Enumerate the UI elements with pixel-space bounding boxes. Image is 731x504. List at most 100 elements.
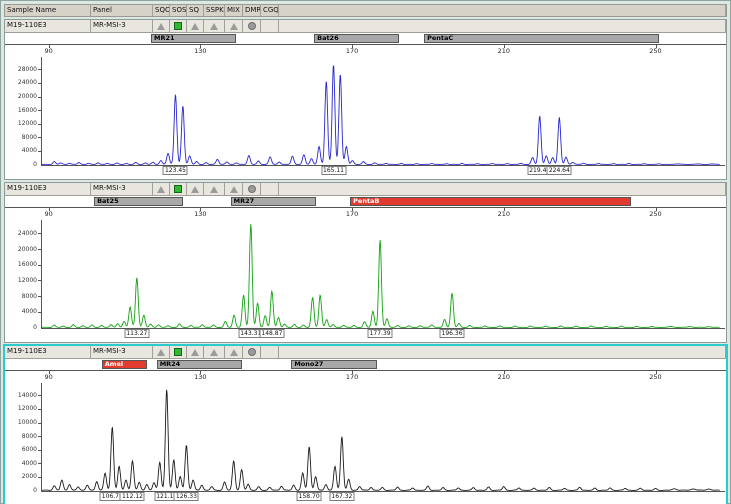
peak-size-label[interactable]: 123.45 [163,166,188,175]
y-tick-label: 24000 [5,79,37,86]
marker-label: Mono27 [292,361,375,368]
gray-triangle-flag-icon[interactable] [230,186,238,193]
y-tick-label: 20000 [5,93,37,100]
fragment-analysis-view: Sample NamePanelSQOSOSSQSSPKMIXDMRCGQ M1… [0,0,731,504]
gray-triangle-flag-icon[interactable] [210,349,218,356]
gray-triangle-flag-icon[interactable] [210,23,218,30]
green-square-flag-icon[interactable] [174,185,182,193]
y-tick-label: 4000 [5,147,37,154]
marker-bar-row: MR21 Bat26 PentaC [5,33,726,44]
peak-size-label[interactable]: 224.64 [547,166,572,175]
sample-block-3[interactable]: M19-110E3MR-MSI-3 Amel MR24 Mono27 90130170… [4,345,727,504]
peak-size-label[interactable]: 167.32 [329,492,354,501]
column-header-sq: SQ [187,5,204,16]
marker-bat26[interactable]: Bat26 [314,34,399,43]
gray-triangle-flag-icon[interactable] [191,23,199,30]
sample-block-1[interactable]: M19-110E3MR-MSI-3 MR21Bat26PentaC9013017… [4,19,727,180]
flag-cell-mix [225,183,243,195]
sample-name-cell[interactable]: M19-110E3 [5,183,91,195]
marker-pentab[interactable]: PentaB [350,197,631,206]
peak-size-label[interactable]: 165.11 [321,166,346,175]
y-tick-label: 28000 [5,66,37,73]
gray-circle-flag-icon[interactable] [248,185,256,193]
sample-name-cell[interactable]: M19-110E3 [5,346,91,358]
flag-cell-sspk [204,346,225,358]
row-filler [279,346,726,358]
row-filler [279,20,726,32]
peak-labels-row: 106.79112.12121.14126.33158.70167.32 [5,492,726,504]
marker-mono27[interactable]: Mono27 [291,360,376,369]
peak-size-label[interactable]: 177.39 [368,329,393,338]
y-tick-label: 8000 [5,433,37,440]
gray-triangle-flag-icon[interactable] [157,23,165,30]
peak-size-label[interactable]: 196.36 [440,329,465,338]
column-header-sample-name: Sample Name [5,5,91,16]
y-tick [38,124,41,125]
flag-cell-cgq [261,183,279,195]
marker-mr27[interactable]: MR27 [231,197,316,206]
marker-label: Bat26 [315,35,398,42]
marker-amel[interactable]: Amel [102,360,148,369]
y-tick [38,312,41,313]
gray-triangle-flag-icon[interactable] [191,349,199,356]
marker-bar-row: Bat25 MR27 PentaB [5,196,726,207]
gray-triangle-flag-icon[interactable] [230,349,238,356]
flag-cell-sqo [153,183,170,195]
sample-row-1: M19-110E3MR-MSI-3 [5,20,726,33]
sample-name-cell[interactable]: M19-110E3 [5,20,91,32]
gray-triangle-flag-icon[interactable] [191,186,199,193]
marker-label: PentaC [425,35,658,42]
size-ruler: 90130170210250 [5,207,726,217]
sample-row-3: M19-110E3MR-MSI-3 [5,346,726,359]
gray-triangle-flag-icon[interactable] [157,349,165,356]
peak-size-label[interactable]: 126.33 [174,492,199,501]
peak-size-label[interactable]: 158.70 [297,492,322,501]
y-tick-label: 8000 [5,293,37,300]
y-tick-label: 2000 [5,473,37,480]
green-square-flag-icon[interactable] [174,348,182,356]
column-header-dmr: DMR [243,5,261,16]
panel-cell[interactable]: MR-MSI-3 [91,183,153,195]
electropherogram-plot[interactable]: 02000400060008000100001200014000 [5,380,726,492]
y-axis-line [41,383,42,492]
y-tick [38,477,41,478]
size-ruler: 90130170210250 [5,370,726,380]
marker-bat25[interactable]: Bat25 [94,197,183,206]
y-tick-label: 12000 [5,277,37,284]
marker-label: MR24 [158,361,241,368]
column-header-cgq: CGQ [261,5,279,16]
trace-polyline [41,390,720,491]
marker-mr21[interactable]: MR21 [151,34,236,43]
peak-size-label[interactable]: 148.87 [259,329,284,338]
row-filler [279,183,726,195]
y-tick-label: 12000 [5,405,37,412]
marker-label: PentaB [351,198,630,205]
gray-circle-flag-icon[interactable] [248,22,256,30]
electropherogram-chart-2: Bat25MR27PentaB9013017021025004000800012… [5,196,726,342]
sample-block-2[interactable]: M19-110E3MR-MSI-3 Bat25 MR27 PentaB 9013017… [4,182,727,343]
peak-size-label[interactable]: 113.27 [124,329,149,338]
electropherogram-plot[interactable]: 04000800012000160002000024000 [5,217,726,329]
peak-labels-row: 113.27143.31148.87177.39196.36 [5,329,726,341]
y-tick-label: 14000 [5,392,37,399]
gray-triangle-flag-icon[interactable] [230,23,238,30]
y-tick-label: 10000 [5,419,37,426]
electropherogram-plot[interactable]: 0400080001200016000200002400028000 [5,54,726,166]
flag-cell-mix [225,20,243,32]
marker-pentac[interactable]: PentaC [424,34,659,43]
gray-triangle-flag-icon[interactable] [210,186,218,193]
panel-cell[interactable]: MR-MSI-3 [91,346,153,358]
flag-cell-dmr [243,20,261,32]
peak-size-label[interactable]: 112.12 [120,492,145,501]
gray-circle-flag-icon[interactable] [248,348,256,356]
y-tick [38,233,41,234]
y-tick [38,83,41,84]
panel-cell[interactable]: MR-MSI-3 [91,20,153,32]
flag-cell-sspk [204,20,225,32]
marker-mr24[interactable]: MR24 [157,360,242,369]
marker-bar-row: Amel MR24 Mono27 [5,359,726,370]
trace-svg [5,217,726,329]
green-square-flag-icon[interactable] [174,22,182,30]
gray-triangle-flag-icon[interactable] [157,186,165,193]
trace-polyline [41,66,720,165]
